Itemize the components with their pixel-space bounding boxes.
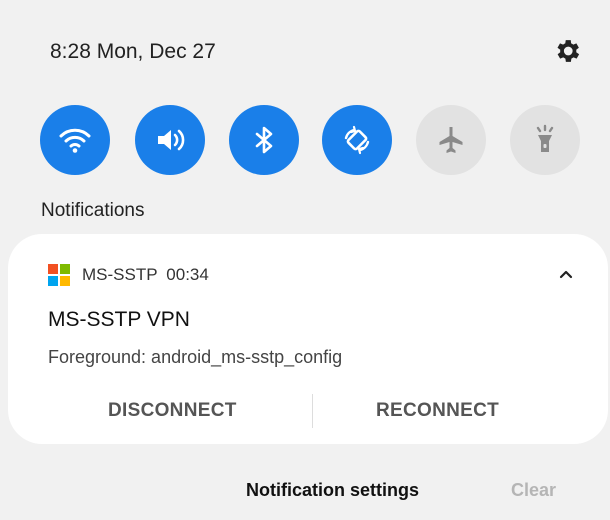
notification-shade: 8:28 Mon, Dec 27 Notifications MS-SSTP 0… — [0, 0, 610, 520]
chevron-up-icon[interactable] — [556, 264, 576, 284]
wifi-toggle[interactable] — [40, 105, 110, 175]
reconnect-button[interactable]: RECONNECT — [376, 400, 499, 422]
rotate-icon — [344, 125, 370, 155]
airplane-mode-toggle[interactable] — [416, 105, 486, 175]
ms-sstp-app-icon — [48, 264, 70, 286]
bluetooth-icon — [255, 126, 273, 154]
flashlight-toggle[interactable] — [510, 105, 580, 175]
notification-app-name: MS-SSTP — [82, 265, 158, 284]
gear-icon[interactable] — [552, 36, 582, 66]
notification-card[interactable]: MS-SSTP 00:34 MS-SSTP VPN Foreground: an… — [8, 234, 608, 444]
notifications-heading: Notifications — [41, 200, 145, 221]
flashlight-icon — [536, 124, 554, 152]
airplane-icon — [439, 127, 463, 153]
sound-toggle[interactable] — [135, 105, 205, 175]
action-divider — [312, 394, 313, 428]
date-time: 8:28 Mon, Dec 27 — [50, 40, 216, 63]
notification-app-line: MS-SSTP 00:34 — [82, 265, 213, 285]
notification-title: MS-SSTP VPN — [48, 308, 190, 331]
notification-settings-button[interactable]: Notification settings — [246, 480, 419, 501]
wifi-icon — [59, 128, 91, 153]
clear-button[interactable]: Clear — [511, 480, 556, 501]
notification-time: 00:34 — [166, 265, 209, 284]
notification-text: Foreground: android_ms-sstp_config — [48, 347, 343, 367]
auto-rotate-toggle[interactable] — [322, 105, 392, 175]
volume-icon — [158, 129, 185, 151]
disconnect-button[interactable]: DISCONNECT — [108, 400, 237, 422]
bluetooth-toggle[interactable] — [229, 105, 299, 175]
